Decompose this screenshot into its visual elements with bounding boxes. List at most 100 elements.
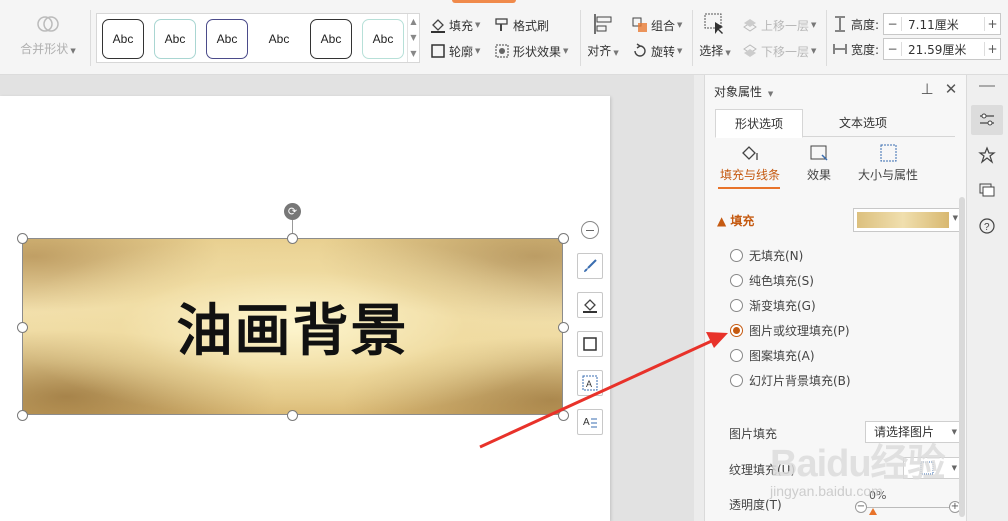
decrease-transparency-button[interactable]: −	[855, 501, 867, 513]
effects-icon	[810, 145, 828, 161]
slider-thumb[interactable]	[869, 508, 877, 515]
chevron-down-icon: ▼	[475, 21, 481, 29]
format-painter-button[interactable]: 格式刷	[494, 15, 549, 35]
outline-quick-button[interactable]	[577, 331, 603, 357]
resize-handle-bottom[interactable]	[287, 410, 298, 421]
animation-rail-button[interactable]	[971, 140, 1003, 170]
resize-handle-bottom-left[interactable]	[17, 410, 28, 421]
paint-bucket-icon	[431, 19, 445, 33]
ribbon-separator	[826, 10, 827, 66]
width-label: 宽度:	[851, 42, 880, 57]
style-swatch[interactable]: Abc	[154, 19, 196, 59]
transition-rail-button[interactable]	[971, 175, 1003, 205]
align-button[interactable]: 对齐 ▼	[585, 12, 621, 59]
gallery-scroll[interactable]: ▲ ▼ ▼	[407, 14, 419, 62]
shape-effects-button[interactable]: 形状效果 ▼	[494, 41, 568, 61]
fill-preview-dropdown[interactable]: ▼	[853, 208, 961, 232]
help-rail-button[interactable]: ?	[971, 211, 1003, 241]
height-decrement-button[interactable]: −	[884, 17, 903, 31]
style-swatch[interactable]: Abc	[102, 19, 144, 59]
subtab-effects[interactable]: 效果	[799, 139, 839, 183]
radio-button[interactable]	[730, 248, 743, 262]
slides-icon	[979, 183, 995, 197]
send-backward-icon	[743, 44, 757, 57]
radio-button[interactable]	[730, 273, 743, 287]
resize-handle-top[interactable]	[287, 233, 298, 244]
fill-option-solid[interactable]: 纯色填充(S)	[730, 271, 814, 289]
panel-title[interactable]: 对象属性 ▼	[714, 83, 773, 100]
tab-shape-options[interactable]: 形状选项	[715, 109, 803, 138]
slider-track[interactable]	[867, 507, 949, 508]
tab-text-options[interactable]: 文本选项	[815, 109, 911, 138]
panel-scrollbar[interactable]	[959, 197, 965, 517]
outline-button[interactable]: 轮廓 ▼	[430, 41, 480, 61]
width-control: 宽度: − 21.59厘米 +	[833, 38, 1002, 60]
active-ribbon-tab-indicator	[452, 0, 516, 3]
rail-grip-icon	[979, 85, 995, 87]
style-swatch[interactable]: Abc	[310, 19, 352, 59]
radio-button[interactable]	[730, 348, 743, 362]
width-increment-button[interactable]: +	[984, 42, 1000, 56]
resize-handle-top-right[interactable]	[558, 233, 569, 244]
width-decrement-button[interactable]: −	[884, 42, 903, 56]
subtab-label: 效果	[806, 168, 831, 182]
select-button[interactable]: 选择 ▼	[697, 12, 733, 59]
subtab-size-properties[interactable]: 大小与属性	[855, 139, 921, 183]
outline-icon	[583, 337, 597, 351]
close-icon[interactable]: ✕	[943, 81, 959, 97]
send-backward-button[interactable]: 下移一层 ▼	[742, 41, 816, 61]
slide[interactable]: ⟳ 油画背景	[0, 96, 610, 521]
style-swatch[interactable]: Abc	[206, 19, 248, 59]
fill-section-header[interactable]: ▲ 填充	[717, 212, 754, 229]
help-icon: ?	[979, 218, 995, 234]
brush-style-button[interactable]	[577, 253, 603, 279]
fill-option-none[interactable]: 无填充(N)	[730, 246, 803, 264]
format-painter-icon	[495, 18, 508, 31]
collapse-toolbar-icon[interactable]	[581, 221, 599, 239]
text-box-icon: A	[582, 375, 598, 391]
bring-forward-button[interactable]: 上移一层 ▼	[742, 15, 816, 35]
select-label: 选择	[699, 44, 724, 58]
fill-button[interactable]: 填充 ▼	[430, 15, 480, 35]
radio-button[interactable]	[730, 298, 743, 312]
merge-shapes-button[interactable]: 合并形状 ▼	[12, 12, 84, 66]
merge-shapes-icon	[37, 16, 59, 32]
radio-button[interactable]	[730, 373, 743, 387]
text-effect-button[interactable]: A	[577, 409, 603, 435]
svg-text:A: A	[583, 417, 590, 428]
resize-handle-left[interactable]	[17, 322, 28, 333]
resize-handle-top-left[interactable]	[17, 233, 28, 244]
texture-fill-select[interactable]: ▼	[903, 457, 961, 479]
height-icon	[835, 16, 845, 32]
text-wrap-button[interactable]: A	[577, 370, 603, 396]
picture-fill-select[interactable]: 请选择图片 ▼	[865, 421, 961, 443]
group-button[interactable]: 组合 ▼	[632, 15, 682, 35]
fill-option-picture-texture[interactable]: 图片或纹理填充(P)	[730, 321, 850, 339]
chevron-down-icon: ▼	[811, 47, 817, 55]
rotate-button[interactable]: 旋转 ▼	[632, 41, 682, 61]
style-swatch[interactable]: Abc	[258, 19, 300, 59]
width-input[interactable]: − 21.59厘米 +	[883, 38, 1002, 60]
fill-option-gradient[interactable]: 渐变填充(G)	[730, 296, 816, 314]
fill-option-label: 图案填充(A)	[749, 348, 815, 363]
subtab-fill-and-line[interactable]: 填充与线条	[717, 139, 783, 183]
canvas-scrollbar[interactable]	[694, 75, 704, 521]
picture-fill-label: 图片填充	[729, 427, 778, 441]
fill-option-pattern[interactable]: 图案填充(A)	[730, 346, 815, 364]
resize-handle-right[interactable]	[558, 322, 569, 333]
height-input[interactable]: − 7.11厘米 +	[883, 13, 1002, 35]
height-increment-button[interactable]: +	[984, 17, 1000, 31]
resize-handle-bottom-right[interactable]	[558, 410, 569, 421]
style-swatch[interactable]: Abc	[362, 19, 404, 59]
fill-option-slide-background[interactable]: 幻灯片背景填充(B)	[730, 371, 851, 389]
shape-text[interactable]: 油画背景	[177, 286, 409, 367]
properties-rail-button[interactable]	[971, 105, 1003, 135]
radio-button-checked[interactable]	[730, 323, 743, 337]
transparency-slider[interactable]: − 0% +	[855, 489, 961, 515]
selected-textured-shape[interactable]: 油画背景	[22, 238, 563, 415]
fill-quick-button[interactable]	[577, 292, 603, 318]
pin-icon[interactable]: ⊥	[919, 81, 935, 97]
rotate-handle-icon[interactable]: ⟳	[284, 203, 301, 220]
object-properties-panel: 对象属性 ▼ ⊥ ✕ 形状选项 文本选项 填充与线条 效果 大小与属性 ▲ 填充…	[704, 75, 966, 521]
format-painter-label: 格式刷	[513, 18, 550, 33]
